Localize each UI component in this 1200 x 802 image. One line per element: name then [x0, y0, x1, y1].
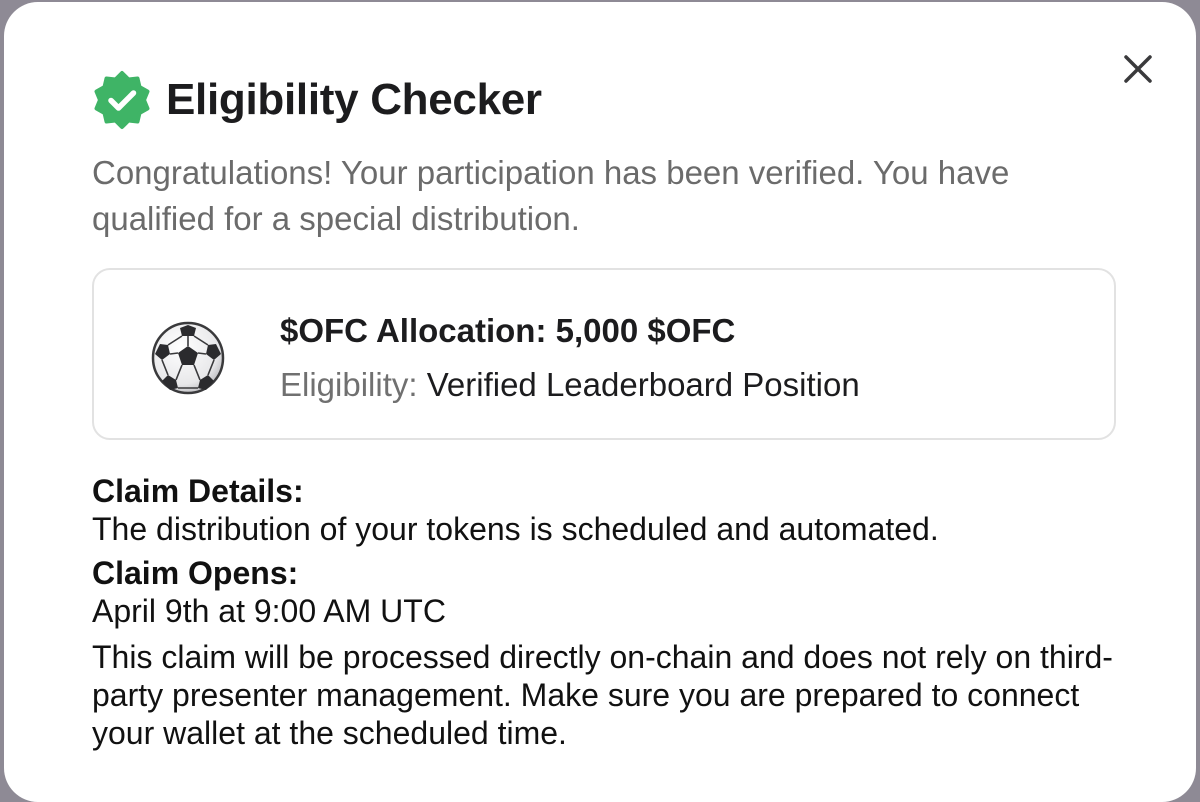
- close-icon: [1124, 55, 1152, 83]
- close-button[interactable]: [1118, 49, 1158, 89]
- allocation-amount: $OFC Allocation: 5,000 $OFC: [280, 312, 736, 349]
- claim-opens-text: April 9th at 9:00 AM UTC: [92, 593, 446, 629]
- eligibility-value: Verified Leaderboard Position: [426, 366, 860, 403]
- claim-details-text: The distribution of your tokens is sched…: [92, 511, 939, 547]
- allocation-card: $OFC Allocation: 5,000 $OFC Eligibility:…: [92, 268, 1116, 440]
- eligibility-label: Eligibility:: [280, 366, 418, 403]
- soccer-ball-icon: [150, 320, 226, 396]
- dialog-title: Eligibility Checker: [166, 75, 542, 124]
- verified-check-badge-icon: [92, 70, 152, 130]
- eligibility-dialog: Eligibility Checker Congratulations! You…: [4, 2, 1196, 802]
- eligibility-line: Eligibility: Verified Leaderboard Positi…: [280, 366, 860, 404]
- dialog-header: Eligibility Checker: [92, 70, 542, 130]
- claim-opens-heading: Claim Opens:: [92, 555, 299, 591]
- claim-details-section: Claim Details: The distribution of your …: [92, 472, 1142, 752]
- claim-details-heading: Claim Details:: [92, 473, 304, 509]
- dialog-subtitle: Congratulations! Your participation has …: [92, 154, 1010, 237]
- claim-note: This claim will be processed directly on…: [92, 639, 1113, 751]
